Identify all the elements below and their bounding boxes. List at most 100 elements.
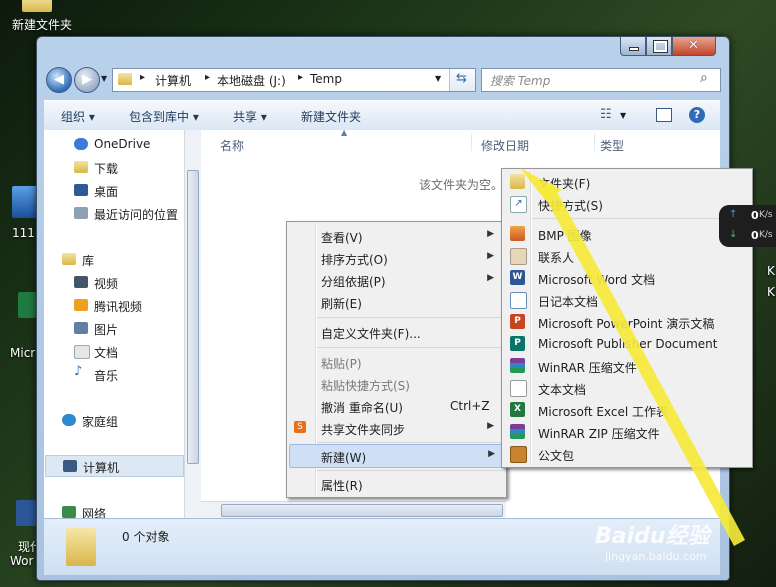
context-menu: 查看(V) ▶ 排序方式(O) ▶ 分组依据(P) ▶ 刷新(E) 自定义文件夹(F)…	[286, 221, 507, 498]
forward-button[interactable]: ▶	[74, 67, 100, 93]
recent-pages-chevron-icon[interactable]: ▼	[101, 74, 107, 83]
column-divider[interactable]	[594, 133, 595, 151]
organize-button[interactable]: 组织 ▾	[61, 108, 95, 125]
column-header-name[interactable]: 名称	[220, 137, 244, 154]
network-icon	[62, 506, 76, 518]
homegroup-icon	[62, 414, 76, 426]
menu-item-undo-rename[interactable]: 撤消 重命名(U) Ctrl+Z	[289, 395, 502, 417]
breadcrumb-drive[interactable]: 本地磁盘 (J:)	[217, 72, 286, 89]
music-icon: ♪	[74, 364, 83, 379]
column-header-date[interactable]: 修改日期	[481, 137, 529, 154]
search-input[interactable]: 搜索 Temp	[490, 72, 550, 89]
desktop-excel-icon[interactable]	[18, 292, 36, 318]
nav-item-tencent-video[interactable]: 腾讯视频	[44, 295, 184, 315]
close-icon: ✕	[688, 38, 699, 53]
share-button[interactable]: 共享 ▾	[233, 108, 267, 125]
new-item-bmp[interactable]: BMP 图像	[504, 223, 748, 245]
search-box[interactable]: 搜索 Temp ⌕	[481, 68, 721, 92]
nav-item-network[interactable]: 网络	[44, 502, 184, 518]
submenu-arrow-icon: ▶	[487, 421, 494, 431]
new-item-powerpoint[interactable]: P Microsoft PowerPoint 演示文稿	[504, 311, 748, 333]
breadcrumb-temp[interactable]: Temp	[310, 72, 342, 86]
nav-item-onedrive[interactable]: OneDrive	[44, 134, 184, 154]
menu-item-new[interactable]: 新建(W) ▶	[289, 444, 504, 468]
menu-item-sort[interactable]: 排序方式(O) ▶	[289, 247, 502, 269]
menu-item-customize-folder[interactable]: 自定义文件夹(F)...	[289, 321, 502, 343]
new-item-word[interactable]: W Microsoft Word 文档	[504, 267, 748, 289]
breadcrumb-separator-icon: ▸	[140, 72, 146, 83]
breadcrumb-separator-icon: ▸	[298, 72, 304, 83]
menu-item-sync-folder[interactable]: S 共享文件夹同步 ▶	[289, 417, 502, 439]
preview-pane-icon[interactable]	[656, 108, 672, 122]
nav-scrollbar-thumb[interactable]	[187, 170, 199, 464]
nav-item-documents[interactable]: 文档	[44, 341, 184, 361]
network-speed-widget[interactable]: ↑ 0 K/s ↓ 0 K/s	[719, 205, 776, 247]
new-folder-button[interactable]: 新建文件夹	[301, 108, 361, 125]
breadcrumb-computer[interactable]: 计算机	[155, 72, 191, 89]
menu-item-paste-shortcut[interactable]: 粘贴快捷方式(S)	[289, 373, 502, 395]
nav-scrollbar[interactable]	[184, 130, 201, 518]
video-icon	[74, 276, 88, 288]
word-icon: W	[510, 270, 525, 285]
nav-item-pictures[interactable]: 图片	[44, 318, 184, 338]
desktop-folder-icon[interactable]	[22, 0, 52, 12]
large-folder-icon	[66, 528, 96, 566]
contact-icon	[510, 248, 527, 265]
help-icon[interactable]: ?	[689, 107, 705, 123]
nav-item-homegroup[interactable]: 家庭组	[44, 410, 184, 430]
winrar-icon	[510, 358, 525, 373]
new-item-shortcut[interactable]: ↗ 快捷方式(S)	[504, 193, 748, 215]
nav-item-libraries[interactable]: 库	[44, 249, 184, 269]
new-item-journal[interactable]: 日记本文档	[504, 289, 748, 311]
new-item-winrar[interactable]: WinRAR 压缩文件	[504, 355, 748, 377]
nav-item-desktop[interactable]: 桌面	[44, 180, 184, 200]
menu-item-paste[interactable]: 粘贴(P)	[289, 351, 502, 373]
onedrive-icon	[74, 138, 88, 150]
desktop-111-label: 111	[12, 226, 35, 240]
sort-arrow-icon: ▲	[341, 130, 348, 137]
navigation-pane: OneDrive 下载 桌面 最近访问的位置 库 视频 腾讯视频 图片 文档 ♪…	[44, 130, 201, 518]
maximize-button[interactable]	[646, 37, 672, 56]
address-bar[interactable]: ▸ 计算机 ▸ 本地磁盘 (J:) ▸ Temp ▼ ⇆	[112, 68, 476, 92]
download-speed: 0	[751, 229, 759, 242]
nav-item-videos[interactable]: 视频	[44, 272, 184, 292]
view-options-icon[interactable]: ☷	[600, 107, 612, 122]
column-header-type[interactable]: 类型	[600, 137, 624, 154]
new-item-contact[interactable]: 联系人	[504, 245, 748, 267]
nav-item-downloads[interactable]: 下载	[44, 157, 184, 177]
address-dropdown-icon[interactable]: ▼	[435, 74, 441, 83]
excel-icon: X	[510, 402, 525, 417]
nav-item-computer[interactable]: 计算机	[45, 455, 184, 477]
menu-separator	[532, 218, 748, 219]
menu-item-view[interactable]: 查看(V) ▶	[289, 225, 502, 247]
breadcrumb-separator-icon: ▸	[205, 72, 211, 83]
nav-item-recent[interactable]: 最近访问的位置	[44, 203, 184, 223]
view-dropdown-icon[interactable]: ▼	[620, 111, 626, 120]
desktop-word-icon[interactable]	[16, 500, 36, 526]
new-item-winrar-zip[interactable]: WinRAR ZIP 压缩文件	[504, 421, 748, 443]
include-in-library-button[interactable]: 包含到库中 ▾	[129, 108, 199, 125]
undo-shortcut: Ctrl+Z	[450, 399, 490, 413]
new-item-briefcase[interactable]: 公文包	[504, 443, 748, 465]
close-button[interactable]: ✕	[672, 37, 716, 56]
sync-icon: S	[294, 421, 306, 433]
minimize-button[interactable]	[620, 37, 646, 56]
horizontal-scrollbar-thumb[interactable]	[221, 504, 503, 517]
search-icon: ⌕	[700, 70, 708, 86]
menu-item-properties[interactable]: 属性(R)	[289, 473, 502, 495]
nav-item-music[interactable]: ♪ 音乐	[44, 364, 184, 384]
menu-item-group[interactable]: 分组依据(P) ▶	[289, 269, 502, 291]
column-divider[interactable]	[471, 133, 472, 151]
desktop-stub-k1: K	[767, 264, 775, 278]
new-item-folder[interactable]: 文件夹(F)	[504, 171, 748, 193]
new-item-publisher[interactable]: P Microsoft Publisher Document	[504, 333, 748, 355]
bmp-icon	[510, 226, 525, 241]
recent-places-icon	[74, 207, 88, 219]
new-item-excel[interactable]: X Microsoft Excel 工作表	[504, 399, 748, 421]
horizontal-scrollbar[interactable]	[201, 501, 506, 519]
menu-item-refresh[interactable]: 刷新(E)	[289, 291, 502, 313]
refresh-icon: ⇆	[456, 71, 467, 86]
refresh-button[interactable]: ⇆	[449, 69, 475, 91]
back-button[interactable]: ◀	[46, 67, 72, 93]
new-item-text[interactable]: 文本文档	[504, 377, 748, 399]
